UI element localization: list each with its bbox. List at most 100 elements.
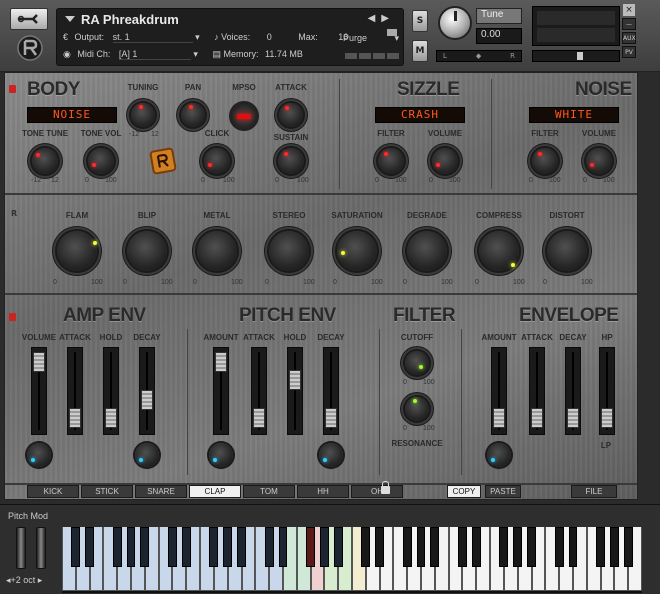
- body-pan-knob[interactable]: [181, 103, 205, 127]
- fx-compress-knob[interactable]: [479, 231, 519, 271]
- solo-button[interactable]: S: [412, 10, 428, 32]
- cutoff-knob[interactable]: [405, 351, 429, 375]
- piano-black-key[interactable]: [278, 527, 288, 567]
- piano-black-key[interactable]: [126, 527, 136, 567]
- piano-black-key[interactable]: [499, 527, 509, 567]
- tab-tom[interactable]: TOM: [243, 485, 295, 498]
- piano-black-key[interactable]: [527, 527, 536, 567]
- click-knob[interactable]: [204, 148, 230, 174]
- piano-black-key[interactable]: [402, 527, 412, 567]
- slider-handle[interactable]: [601, 408, 613, 428]
- fx-flam-knob[interactable]: [57, 231, 97, 271]
- resonance-knob[interactable]: [405, 397, 429, 421]
- fx-metal-knob[interactable]: [197, 231, 237, 271]
- piano-black-key[interactable]: [168, 527, 177, 567]
- piano-black-key[interactable]: [140, 527, 150, 567]
- tune-value[interactable]: 0.00: [476, 28, 522, 44]
- copy-button[interactable]: COPY: [447, 485, 481, 498]
- slider-handle[interactable]: [141, 390, 153, 410]
- volume-slider[interactable]: [532, 50, 620, 62]
- slider-handle[interactable]: [325, 408, 337, 428]
- body-type-display[interactable]: NOISE: [27, 107, 117, 123]
- tab-clap[interactable]: CLAP: [189, 485, 241, 498]
- mod-wheel[interactable]: [36, 527, 46, 569]
- mute-button[interactable]: M: [412, 40, 428, 62]
- fx-distort-knob[interactable]: [547, 231, 587, 271]
- slider-handle[interactable]: [531, 408, 543, 428]
- sustain-knob[interactable]: [278, 148, 304, 174]
- pitch-attack-slider[interactable]: [251, 347, 267, 435]
- instrument-options-button[interactable]: [10, 8, 48, 30]
- amp-hold-slider[interactable]: [103, 347, 119, 435]
- noise-type-display[interactable]: WHITE: [529, 107, 619, 123]
- fx-saturation-knob[interactable]: [337, 231, 377, 271]
- noise-volume-knob[interactable]: [586, 148, 612, 174]
- pitch-bend-wheel[interactable]: [16, 527, 26, 569]
- piano-black-key[interactable]: [609, 527, 619, 567]
- title-dropdown-icon[interactable]: [65, 16, 75, 22]
- minimize-button[interactable]: —: [622, 18, 636, 30]
- noise-filter-knob[interactable]: [532, 148, 558, 174]
- piano-black-key[interactable]: [333, 527, 343, 567]
- slider-handle[interactable]: [253, 408, 265, 428]
- sizzle-volume-knob[interactable]: [432, 148, 458, 174]
- amp-decay-slider[interactable]: [139, 347, 155, 435]
- piano-black-key[interactable]: [181, 527, 191, 567]
- tab-snare[interactable]: SNARE: [135, 485, 187, 498]
- pv-button[interactable]: PV: [622, 46, 636, 58]
- slider-handle[interactable]: [215, 352, 227, 372]
- slider-handle[interactable]: [33, 352, 45, 372]
- env-hp-slider[interactable]: [599, 347, 615, 435]
- amp-volume-slider[interactable]: [31, 347, 47, 435]
- piano-black-key[interactable]: [554, 527, 564, 567]
- file-button[interactable]: FILE: [571, 485, 617, 498]
- aux-button[interactable]: AUX: [622, 32, 636, 44]
- lock-icon[interactable]: [381, 481, 390, 494]
- midi-dropdown-icon[interactable]: ▾: [193, 49, 198, 60]
- body-attack-knob[interactable]: [279, 103, 303, 127]
- pitch-decay-mod-knob[interactable]: [319, 443, 343, 467]
- slider-handle[interactable]: [567, 408, 579, 428]
- env-amount-mod-knob[interactable]: [487, 443, 511, 467]
- piano-black-key[interactable]: [430, 527, 440, 567]
- piano-black-key[interactable]: [71, 527, 81, 567]
- piano-black-key[interactable]: [596, 527, 605, 567]
- mpso-button[interactable]: [229, 101, 259, 131]
- amp-decay-mod-knob[interactable]: [135, 443, 159, 467]
- pan-slider[interactable]: L ◆ R: [436, 50, 522, 62]
- env-amount-slider[interactable]: [491, 347, 507, 435]
- piano-black-key[interactable]: [237, 527, 246, 567]
- slider-handle[interactable]: [493, 408, 505, 428]
- piano-black-key[interactable]: [112, 527, 122, 567]
- piano-black-key[interactable]: [85, 527, 95, 567]
- piano-black-key[interactable]: [306, 527, 315, 567]
- output-dropdown-icon[interactable]: ▾: [195, 32, 200, 43]
- amp-attack-slider[interactable]: [67, 347, 83, 435]
- close-instrument-button[interactable]: ×: [623, 4, 635, 16]
- piano-black-key[interactable]: [361, 527, 371, 567]
- tone-vol-knob[interactable]: [88, 148, 114, 174]
- piano-black-key[interactable]: [209, 527, 219, 567]
- instrument-name[interactable]: RA Phreakdrum: [81, 12, 179, 27]
- tuning-knob[interactable]: [131, 103, 155, 127]
- piano-black-key[interactable]: [458, 527, 467, 567]
- tone-tune-knob[interactable]: [32, 148, 58, 174]
- piano-black-key[interactable]: [319, 527, 329, 567]
- piano-black-key[interactable]: [513, 527, 523, 567]
- tune-knob[interactable]: [438, 6, 472, 40]
- midi-channel-selector[interactable]: [A] 1: [118, 49, 191, 60]
- amp-volume-mod-knob[interactable]: [27, 443, 51, 467]
- fx-stereo-knob[interactable]: [269, 231, 309, 271]
- piano-black-key[interactable]: [416, 527, 426, 567]
- fx-blip-knob[interactable]: [127, 231, 167, 271]
- fx-degrade-knob[interactable]: [407, 231, 447, 271]
- tab-oh[interactable]: OH: [351, 485, 403, 498]
- piano-black-key[interactable]: [223, 527, 233, 567]
- purge-dropdown[interactable]: Purge ▾: [343, 33, 399, 47]
- pitch-hold-slider[interactable]: [287, 347, 303, 435]
- pitch-decay-slider[interactable]: [323, 347, 339, 435]
- env-attack-slider[interactable]: [529, 347, 545, 435]
- tab-stick[interactable]: STICK: [81, 485, 133, 498]
- output-selector[interactable]: st. 1: [112, 32, 193, 43]
- piano-black-key[interactable]: [623, 527, 633, 567]
